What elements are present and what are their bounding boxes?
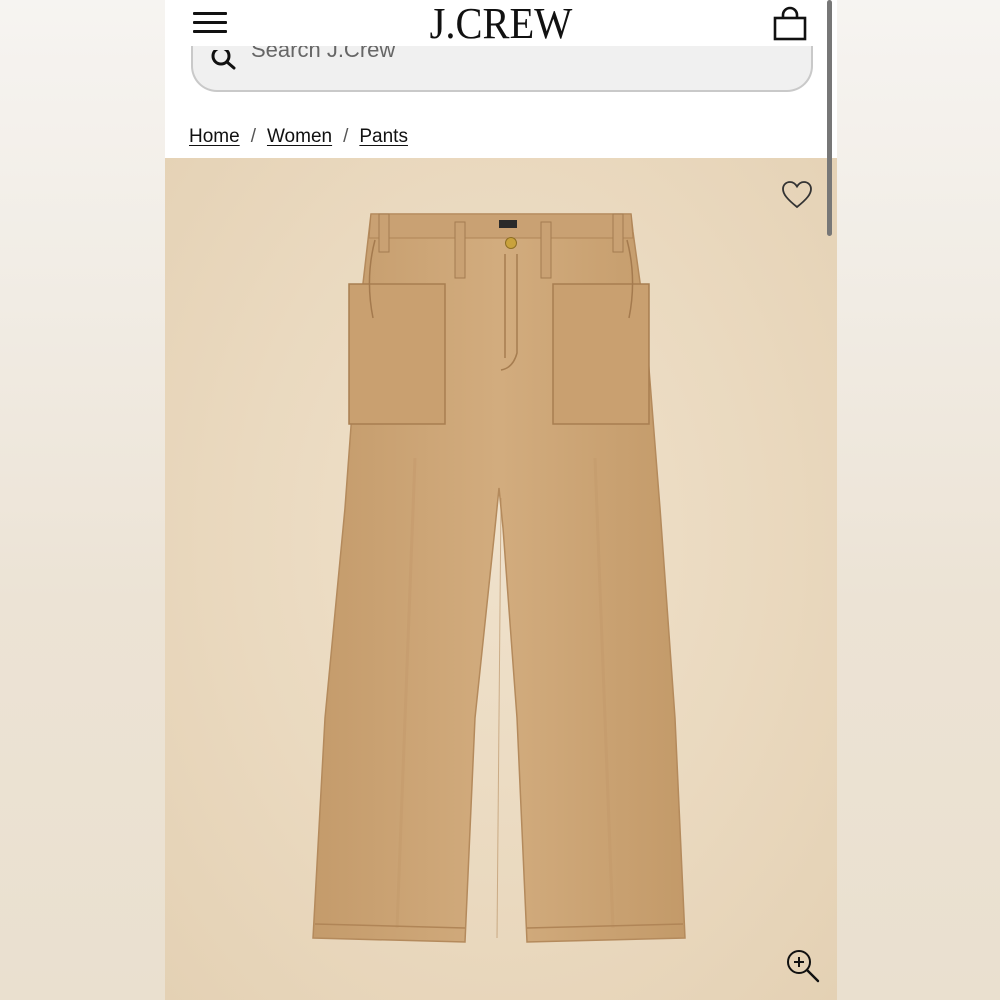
brand-logo[interactable]: J.CREW — [192, 0, 810, 48]
breadcrumb-separator: / — [250, 126, 256, 147]
right-background-blur — [837, 0, 1000, 1000]
search-icon — [211, 50, 236, 70]
zoom-in-icon[interactable] — [785, 948, 821, 984]
search-bar[interactable] — [191, 46, 813, 92]
breadcrumb-home[interactable]: Home — [189, 126, 240, 148]
search-input[interactable] — [251, 46, 771, 68]
breadcrumb: Home / Women / Pants — [189, 124, 408, 150]
shopping-bag-icon[interactable] — [772, 6, 808, 42]
left-background-blur — [0, 0, 165, 1000]
product-image-area[interactable] — [165, 158, 837, 1000]
breadcrumb-separator: / — [343, 126, 349, 147]
heart-icon[interactable] — [781, 180, 813, 210]
mobile-page: J.CREW Home / Women / Pants — [165, 0, 837, 1000]
breadcrumb-pants[interactable]: Pants — [359, 126, 408, 148]
product-image-pants — [312, 213, 686, 943]
breadcrumb-women[interactable]: Women — [267, 126, 332, 148]
scrollbar[interactable] — [827, 0, 832, 236]
top-header: J.CREW — [165, 0, 837, 52]
